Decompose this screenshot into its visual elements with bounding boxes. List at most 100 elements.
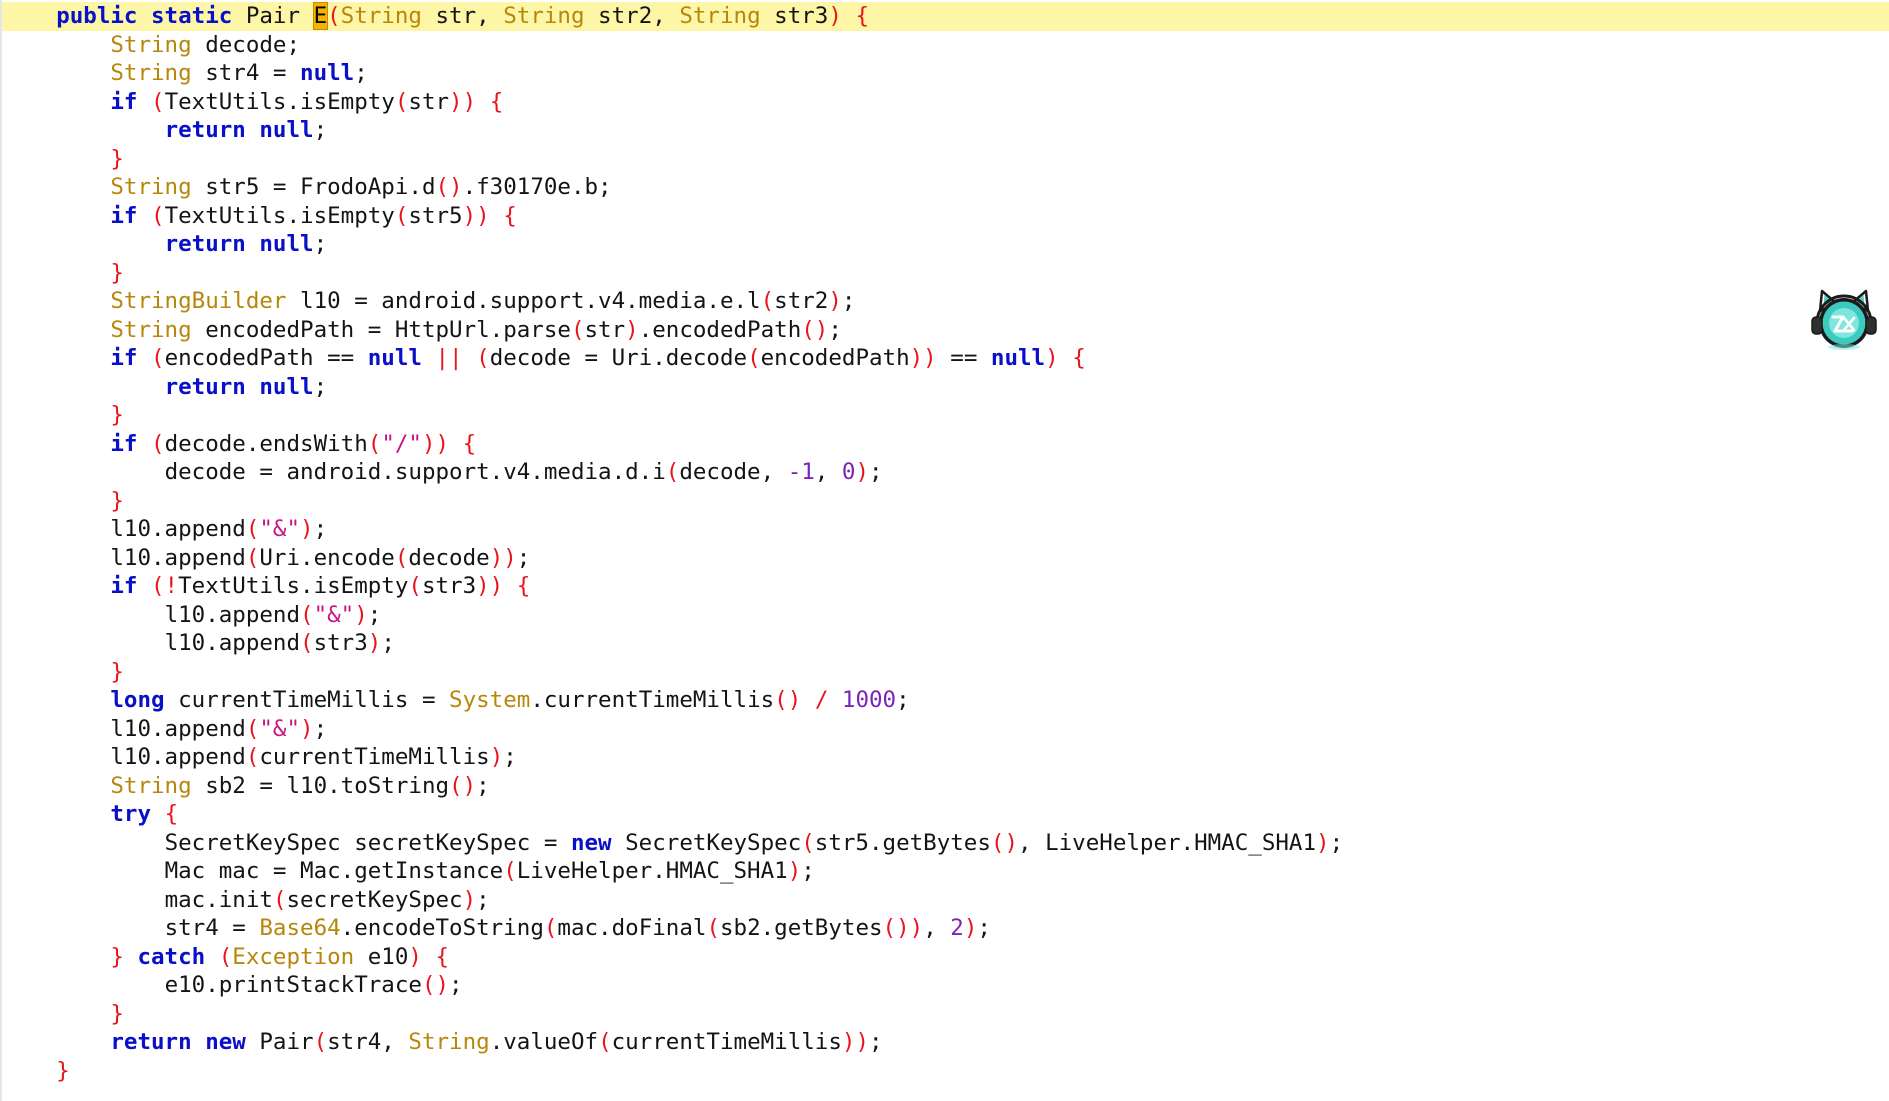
code-token: mac.doFinal xyxy=(557,915,707,941)
code-token: == xyxy=(936,345,991,371)
code-line[interactable]: if (encodedPath == null || (decode = Uri… xyxy=(2,344,1889,373)
code-line[interactable]: return null; xyxy=(2,373,1889,402)
code-line[interactable]: } xyxy=(2,259,1889,288)
code-token: SecretKeySpec secretKeySpec = xyxy=(164,829,571,856)
code-token: ( xyxy=(313,1029,328,1055)
code-token: l10.append xyxy=(110,715,246,742)
code-token: } xyxy=(110,658,124,685)
code-line-current[interactable]: public static Pair E(String str, String … xyxy=(2,2,1889,31)
code-line[interactable]: } xyxy=(2,1000,1889,1029)
code-token: Exception xyxy=(232,943,355,970)
code-line[interactable]: String str4 = null; xyxy=(2,59,1889,88)
code-line[interactable]: l10.append("&"); xyxy=(2,715,1889,744)
cat-headphones-logo-icon[interactable] xyxy=(1808,285,1880,357)
code-token: ; xyxy=(313,373,328,400)
code-line[interactable]: long currentTimeMillis = System.currentT… xyxy=(2,686,1889,715)
code-line[interactable]: } xyxy=(2,487,1889,516)
code-token: str4, xyxy=(327,1029,409,1055)
code-line[interactable]: return null; xyxy=(2,116,1889,145)
code-token: ( xyxy=(327,3,341,29)
code-token: ; xyxy=(869,1029,883,1055)
code-token: ) xyxy=(1045,345,1059,371)
code-token: decode xyxy=(408,544,490,571)
code-line[interactable]: } xyxy=(2,145,1889,174)
code-line[interactable]: l10.append(currentTimeMillis); xyxy=(2,743,1889,772)
code-line[interactable]: if (decode.endsWith("/")) { xyxy=(2,430,1889,459)
code-line[interactable]: if (TextUtils.isEmpty(str)) { xyxy=(2,88,1889,117)
code-token: TextUtils.isEmpty xyxy=(164,202,395,229)
code-line[interactable]: } xyxy=(2,401,1889,430)
code-line[interactable]: String sb2 = l10.toString(); xyxy=(2,772,1889,801)
code-line[interactable]: return new Pair(str4, String.valueOf(cur… xyxy=(2,1028,1889,1057)
code-line[interactable]: String decode; xyxy=(2,31,1889,60)
code-editor[interactable]: public static Pair E(String str, String … xyxy=(0,0,1889,1101)
code-line[interactable]: } catch (Exception e10) { xyxy=(2,943,1889,972)
code-token: 2 xyxy=(950,915,964,941)
code-token: String xyxy=(110,60,192,86)
code-token: ) xyxy=(408,943,422,970)
code-token: l10 = android.support.v4.media.e.l xyxy=(286,288,761,314)
code-token: String xyxy=(679,3,761,29)
code-token: || xyxy=(435,345,463,371)
code-line[interactable]: return null; xyxy=(2,230,1889,259)
code-line[interactable]: l10.append(str3); xyxy=(2,629,1889,658)
code-line[interactable]: try { xyxy=(2,800,1889,829)
code-line[interactable]: SecretKeySpec secretKeySpec = new Secret… xyxy=(2,829,1889,858)
code-token: e10.printStackTrace xyxy=(164,972,422,998)
code-line[interactable]: StringBuilder l10 = android.support.v4.m… xyxy=(2,287,1889,316)
code-line[interactable]: } xyxy=(2,658,1889,687)
code-token: Uri.encode xyxy=(259,544,395,571)
code-token: () xyxy=(990,829,1018,856)
code-token: } xyxy=(110,259,124,286)
code-line[interactable]: Mac mac = Mac.getInstance(LiveHelper.HMA… xyxy=(2,857,1889,886)
code-line[interactable]: if (!TextUtils.isEmpty(str3)) { xyxy=(2,572,1889,601)
code-line[interactable]: e10.printStackTrace(); xyxy=(2,971,1889,1000)
code-token: { xyxy=(462,430,477,457)
code-line[interactable]: decode = android.support.v4.media.d.i(de… xyxy=(2,458,1889,487)
code-token: () xyxy=(801,316,829,343)
code-token: return null xyxy=(164,117,314,143)
code-token: { xyxy=(503,202,517,229)
code-token: encodedPath = HttpUrl.parse xyxy=(191,316,571,343)
code-token: catch xyxy=(137,943,206,970)
code-token: ) xyxy=(300,516,314,542)
code-line[interactable]: l10.append("&"); xyxy=(2,515,1889,544)
code-token: sb2 = l10.toString xyxy=(191,772,450,799)
code-token: ( xyxy=(801,829,815,856)
code-token: ( xyxy=(706,915,720,941)
code-token: } xyxy=(110,145,124,172)
code-line[interactable]: String str5 = FrodoApi.d().f30170e.b; xyxy=(2,173,1889,202)
code-token: str xyxy=(408,88,450,115)
code-token: ) xyxy=(963,915,978,941)
code-line[interactable]: str4 = Base64.encodeToString(mac.doFinal… xyxy=(2,914,1889,943)
code-area[interactable]: public static Pair E(String str, String … xyxy=(2,2,1889,1085)
code-line[interactable]: l10.append("&"); xyxy=(2,601,1889,630)
code-token: () xyxy=(421,972,450,998)
code-token: str3 xyxy=(313,630,368,656)
cursor-highlight: E xyxy=(312,2,329,30)
code-token: ) xyxy=(828,3,842,29)
code-token: if xyxy=(110,345,138,371)
code-token: ( xyxy=(218,943,233,970)
code-line[interactable]: l10.append(Uri.encode(decode)); xyxy=(2,544,1889,573)
code-token: 0 xyxy=(841,459,856,485)
code-line[interactable]: } xyxy=(2,1057,1889,1086)
code-line[interactable]: mac.init(secretKeySpec); xyxy=(2,886,1889,915)
code-line[interactable]: if (TextUtils.isEmpty(str5)) { xyxy=(2,202,1889,231)
code-token: "&" xyxy=(313,601,355,628)
code-line[interactable]: String encodedPath = HttpUrl.parse(str).… xyxy=(2,316,1889,345)
